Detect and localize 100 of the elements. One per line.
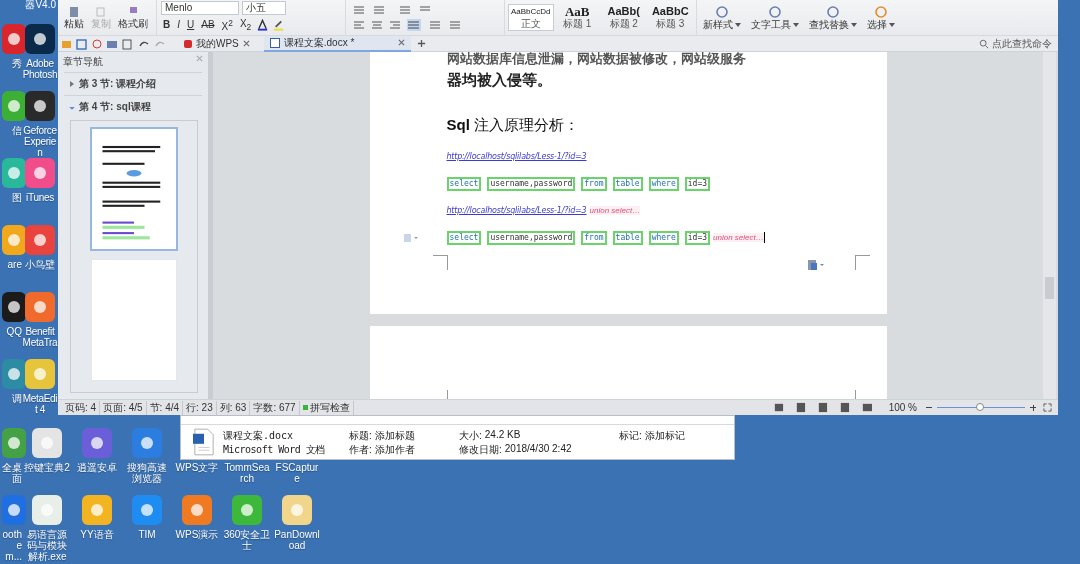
- property-value: 添加标题: [374, 428, 415, 442]
- status-item: 页码: 4: [62, 400, 101, 415]
- url-link[interactable]: http://localhost/sqlilabs/Less-1/?id=3: [446, 152, 587, 161]
- paste-options-icon[interactable]: [806, 259, 825, 271]
- command-icon: [767, 4, 783, 19]
- property-value: 添加作者: [374, 442, 415, 456]
- style-option[interactable]: AaBbCcDd 正文: [508, 4, 554, 31]
- format-button[interactable]: B: [161, 19, 173, 32]
- clipboard-icon: [67, 5, 81, 18]
- icon-label: 图: [12, 192, 22, 203]
- font-name-field[interactable]: Menlo: [161, 1, 239, 16]
- property-value: 2018/4/30 2:42: [504, 442, 572, 456]
- url-link[interactable]: http://localhost/sqlilabs/Less-1/?id=3: [446, 206, 587, 215]
- section-item[interactable]: 第 3 节: 课程介绍: [64, 72, 202, 95]
- icon-label: WPS演示: [174, 529, 220, 540]
- icon-label: Adobe Photosh: [22, 58, 58, 80]
- copy-icon: [94, 5, 108, 18]
- paragraph-text: 网站数据库信息泄漏，网站数据被修改，网站级服务: [446, 52, 747, 66]
- property-label: 标题:: [349, 428, 372, 442]
- code-token: table: [612, 230, 643, 245]
- icon-label: Benefit MetaTra: [22, 326, 58, 348]
- icon-label: 小鸟壁: [24, 259, 56, 270]
- format-button[interactable]: U: [185, 19, 197, 32]
- highlighter-icon[interactable]: [272, 19, 286, 32]
- icon-label: 秀: [12, 58, 22, 69]
- caret-icon: [889, 22, 895, 27]
- status-item: 字数: 677: [250, 400, 300, 415]
- icon-label: YY语音: [79, 529, 115, 540]
- icon-label: 全桌面: [1, 462, 22, 484]
- app-icon[interactable]: [2, 91, 26, 121]
- icon-label: FSCapture: [274, 462, 320, 484]
- icon-label: 逍遥安卓: [76, 462, 118, 473]
- code-token: where: [648, 176, 679, 191]
- status-item: 行: 23: [183, 400, 217, 415]
- section-item[interactable]: 第 4 节: sql课程: [64, 95, 202, 118]
- icon-label: MetaEdit 4: [22, 393, 58, 415]
- icon-label: WPS文字: [174, 462, 220, 473]
- code-token: from: [581, 230, 607, 245]
- icon-label: 控键宝典2: [23, 462, 71, 473]
- command-button[interactable]: 选择: [865, 18, 897, 31]
- app-icon[interactable]: [25, 24, 55, 54]
- command-icon: [825, 4, 841, 19]
- document-file-icon: [193, 428, 215, 456]
- spell-check-button[interactable]: 拼写检查: [299, 400, 354, 415]
- close-icon[interactable]: [242, 40, 250, 47]
- scrollbar[interactable]: [1043, 52, 1056, 399]
- caret-icon: [735, 22, 741, 27]
- panel-title: 章节导航: [63, 55, 103, 69]
- format-button[interactable]: X$^{2}$: [219, 17, 235, 34]
- status-item: 列: 63: [216, 400, 251, 415]
- font-size-field[interactable]: 小五: [242, 1, 286, 16]
- icon-label: TIM: [137, 529, 157, 540]
- caret-icon: [851, 22, 857, 27]
- style-option[interactable]: AaB 标题 1: [554, 4, 600, 31]
- code-token: select: [446, 176, 482, 191]
- code-token: id=3: [684, 230, 710, 245]
- command-button[interactable]: 文字工具: [749, 18, 801, 31]
- icon-label: 器V4.0: [25, 0, 56, 10]
- code-token: id=3: [684, 176, 710, 191]
- app-icon[interactable]: [2, 24, 26, 54]
- style-option[interactable]: AaBb( 标题 2: [601, 4, 647, 31]
- command-button[interactable]: 查找替换: [807, 18, 859, 31]
- page-thumbnail[interactable]: [90, 127, 178, 251]
- icon-label: 搜狗高速浏览器: [126, 462, 168, 484]
- ribbon-button[interactable]: 格式刷: [116, 17, 150, 30]
- command-search-field[interactable]: 点此查找命令: [979, 36, 1052, 51]
- status-item: 页面: 4/5: [100, 400, 147, 415]
- annotation-text: union select…: [713, 233, 764, 242]
- icon-label: 360安全卫士: [223, 529, 271, 551]
- code-token: select: [446, 230, 482, 245]
- status-item: 节: 4/4: [146, 400, 184, 415]
- code-token: username,password: [487, 176, 576, 191]
- close-icon[interactable]: [397, 39, 405, 46]
- font-color-icon[interactable]: [256, 19, 270, 32]
- icon-label: ooth em...: [1, 529, 22, 562]
- code-token: table: [612, 176, 643, 191]
- section-heading: Sql 注入原理分析：: [446, 116, 580, 135]
- command-button[interactable]: 新样式: [701, 18, 743, 31]
- fullscreen-icon[interactable]: [1043, 403, 1052, 412]
- format-button[interactable]: X$_{2}$: [237, 18, 254, 33]
- property-label: 大小:: [459, 428, 482, 442]
- property-label: 标记:: [619, 428, 642, 442]
- paragraph-text: 器均被入侵等。: [446, 70, 553, 90]
- icon-label: QQ: [6, 326, 22, 337]
- caret-icon: [793, 22, 799, 27]
- app-icon[interactable]: [2, 292, 26, 322]
- icon-label: 信: [12, 125, 22, 136]
- format-button[interactable]: AB: [199, 19, 217, 32]
- app-icon[interactable]: [25, 91, 55, 121]
- document-tab[interactable]: 我的WPS: [178, 36, 256, 51]
- style-option[interactable]: AaBbC 标题 3: [647, 4, 693, 31]
- format-button[interactable]: I: [175, 19, 182, 32]
- code-token: where: [648, 230, 679, 245]
- new-tab-button[interactable]: [416, 39, 426, 48]
- icon-label: are: [7, 259, 22, 270]
- search-icon: [979, 38, 989, 49]
- ribbon-button[interactable]: 粘贴: [62, 17, 86, 30]
- property-label: 作者:: [349, 442, 372, 456]
- icon-label: Geforce Experien: [22, 125, 58, 158]
- icon-label: PanDownload: [273, 529, 321, 551]
